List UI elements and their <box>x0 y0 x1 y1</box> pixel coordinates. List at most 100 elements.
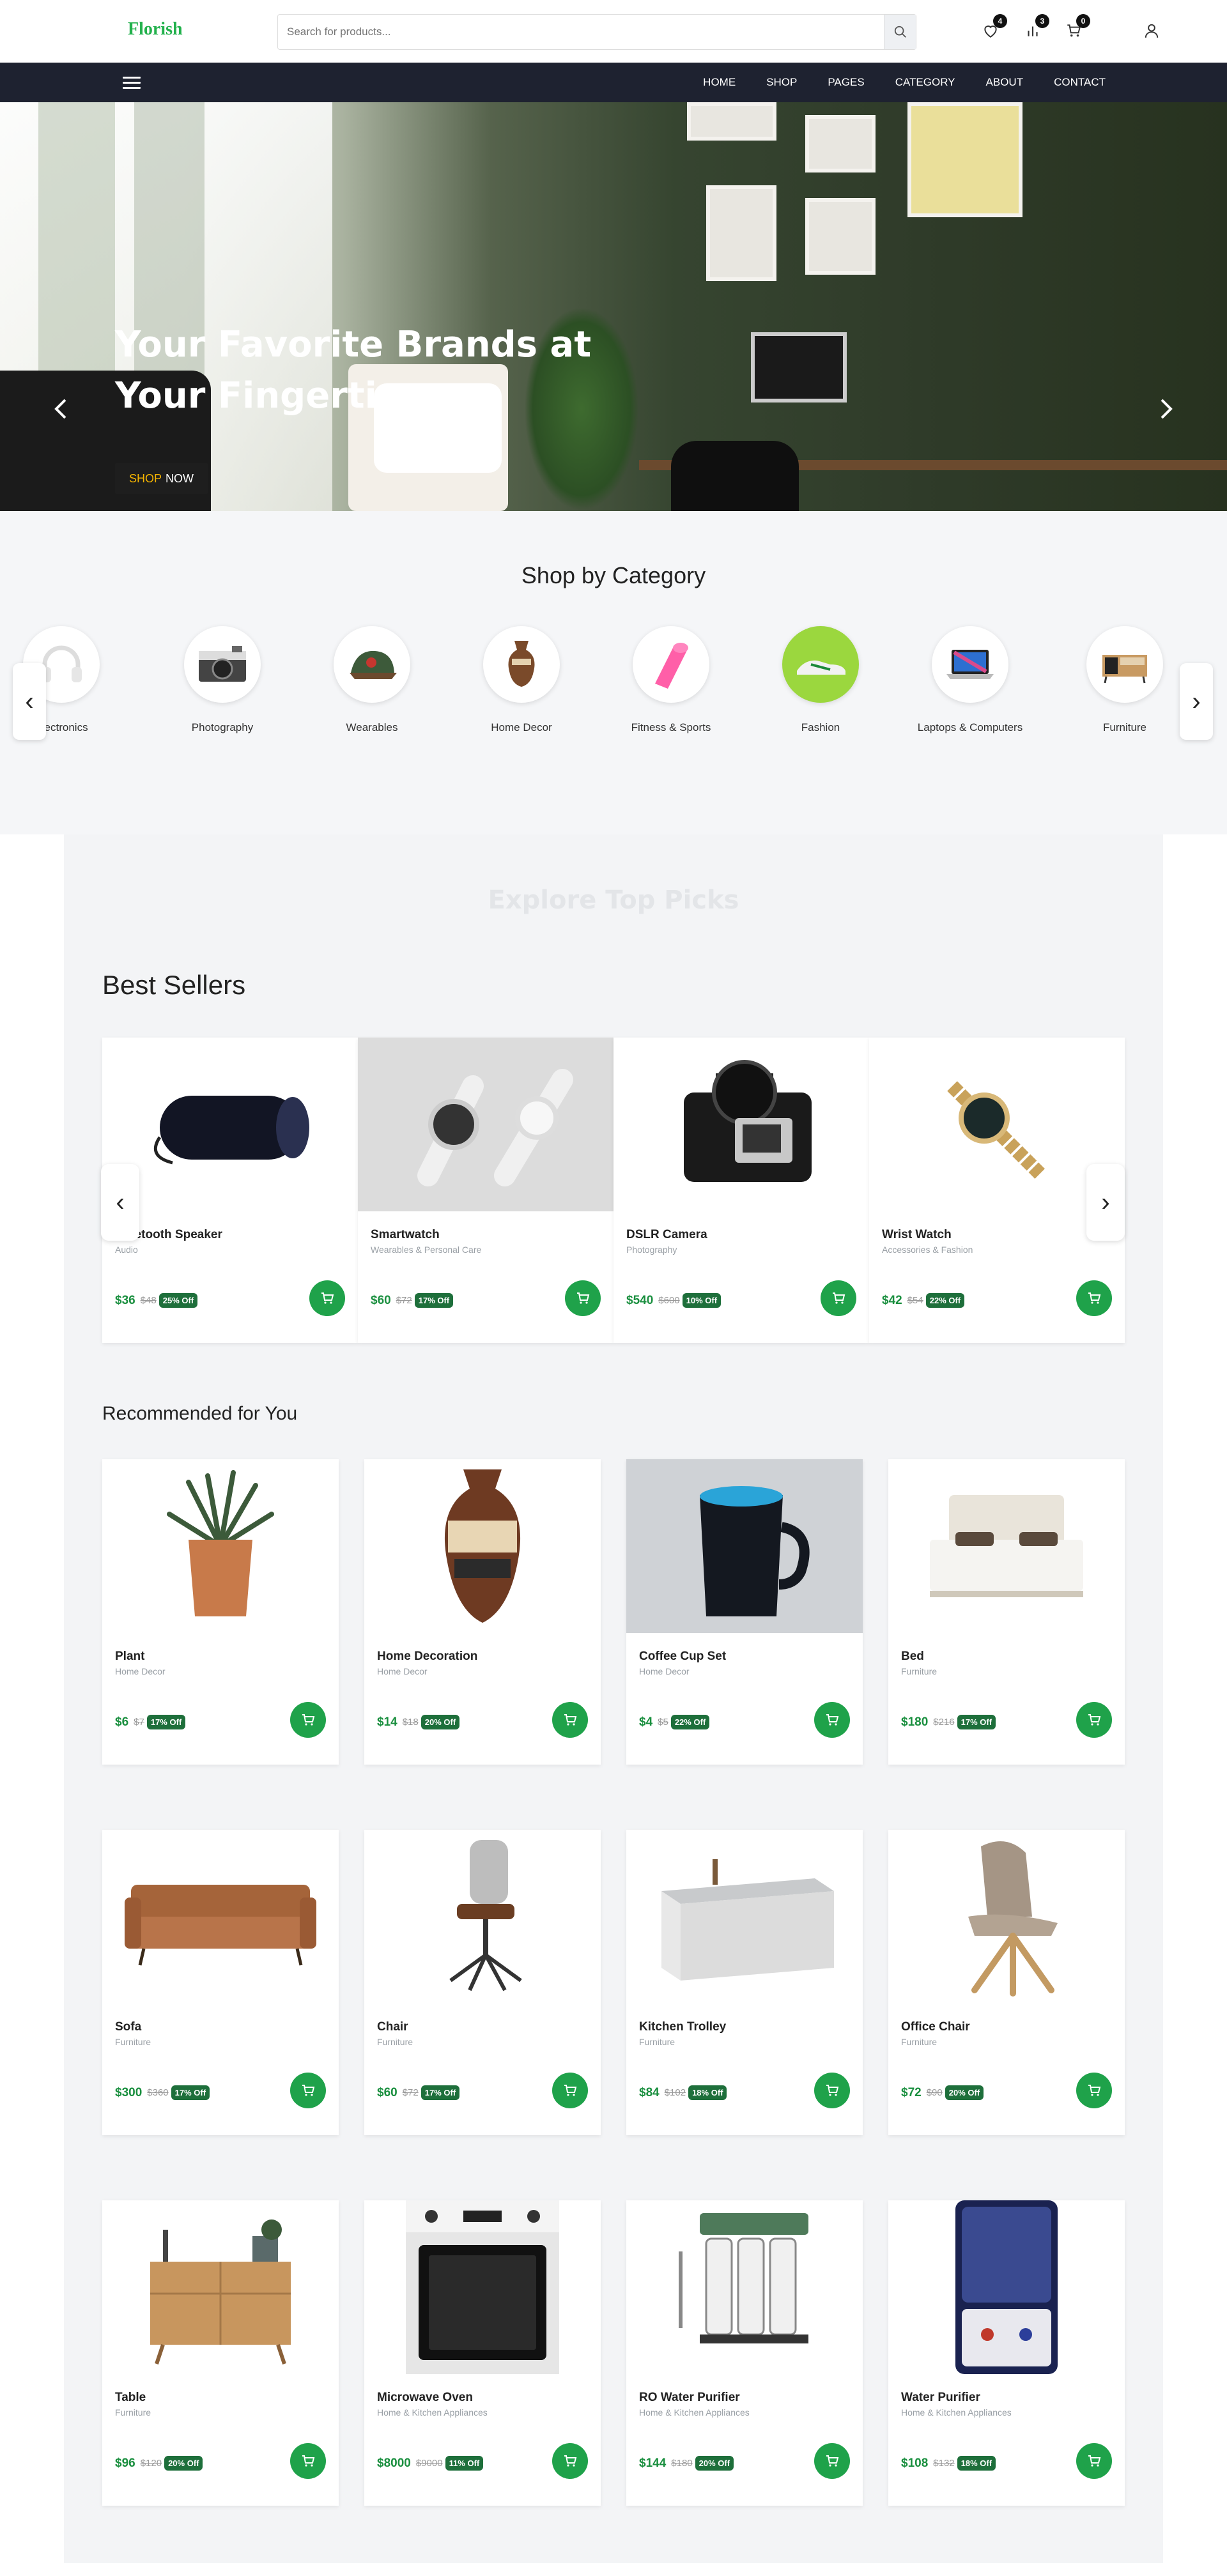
category-next-button[interactable]: › <box>1180 663 1213 740</box>
best-sellers-title: Best Sellers <box>102 970 246 1000</box>
add-to-cart-button[interactable] <box>552 2073 588 2108</box>
category-item-fitness-sports[interactable]: Fitness & Sports <box>614 626 729 735</box>
nav-pages[interactable]: PAGES <box>828 76 864 89</box>
account-button[interactable] <box>1141 20 1162 41</box>
product-price: $84 $102 18% Off <box>639 2085 727 2100</box>
add-to-cart-button[interactable] <box>814 2073 850 2108</box>
main-content: Explore Top Picks Best Sellers Bluetooth… <box>64 834 1163 2563</box>
price-old: $5 <box>658 1717 668 1728</box>
dslr-camera-icon <box>684 1060 812 1182</box>
add-to-cart-button[interactable] <box>552 1702 588 1738</box>
product-card[interactable]: DSLR Camera Photography $540 $600 10% Of… <box>614 1038 869 1343</box>
best-sellers-next-button[interactable]: › <box>1086 1164 1125 1241</box>
category-item-furniture[interactable]: Furniture <box>1067 626 1182 735</box>
product-card[interactable]: Office Chair Furniture $72 $90 20% Off <box>888 1830 1125 2135</box>
hero-prev-button[interactable] <box>48 390 73 428</box>
product-price: $42 $54 22% Off <box>882 1293 965 1308</box>
category-item-photography[interactable]: Photography <box>165 626 280 735</box>
product-card[interactable]: Chair Furniture $60 $72 17% Off <box>364 1830 601 2135</box>
category-image <box>932 626 1008 703</box>
best-sellers-prev-button[interactable]: ‹ <box>101 1164 139 1241</box>
category-item-home-decor[interactable]: Home Decor <box>464 626 579 735</box>
nav-home[interactable]: HOME <box>703 76 736 89</box>
product-price: $14 $18 20% Off <box>377 1715 460 1729</box>
chair-icon <box>449 1840 522 1991</box>
wishlist-button[interactable]: 4 <box>980 14 1007 41</box>
nav-contact[interactable]: CONTACT <box>1054 76 1106 89</box>
product-image <box>102 2200 339 2374</box>
nav-shop[interactable]: SHOP <box>766 76 797 89</box>
add-to-cart-button[interactable] <box>290 2073 326 2108</box>
product-card[interactable]: Microwave Oven Home & Kitchen Appliances… <box>364 2200 601 2506</box>
product-card[interactable]: Table Furniture $96 $120 20% Off <box>102 2200 339 2506</box>
chevron-left-icon: ‹ <box>25 687 34 716</box>
product-card[interactable]: Coffee Cup Set Home Decor $4 $5 22% Off <box>626 1459 863 1765</box>
category-label: Photography <box>191 721 254 733</box>
product-price: $60 $72 17% Off <box>371 1293 454 1308</box>
add-to-cart-button[interactable] <box>1076 1280 1112 1316</box>
add-to-cart-button[interactable] <box>1076 1702 1112 1738</box>
add-to-cart-button[interactable] <box>565 1280 601 1316</box>
category-label: Fashion <box>801 721 840 733</box>
search-button[interactable] <box>884 15 916 49</box>
kitchen-trolley-icon <box>661 1859 834 1981</box>
add-to-cart-button[interactable] <box>821 1280 856 1316</box>
search-input[interactable] <box>278 15 884 49</box>
hero-next-button[interactable] <box>1154 390 1179 428</box>
add-to-cart-button[interactable] <box>290 1702 326 1738</box>
wrist-watch-icon <box>947 1081 1047 1181</box>
cart-icon <box>826 2455 839 2467</box>
add-to-cart-button[interactable] <box>552 2443 588 2479</box>
product-card[interactable]: Plant Home Decor $6 $7 17% Off <box>102 1459 339 1765</box>
nav-category[interactable]: CATEGORY <box>895 76 955 89</box>
product-category: Home Decor <box>115 1666 166 1676</box>
vase-icon <box>508 641 535 687</box>
add-to-cart-button[interactable] <box>1076 2443 1112 2479</box>
product-image <box>102 1830 339 2004</box>
add-to-cart-button[interactable] <box>1076 2073 1112 2108</box>
category-item-wearables[interactable]: Wearables <box>314 626 429 735</box>
product-card[interactable]: Bluetooth Speaker Audio $36 $48 25% Off <box>102 1038 358 1343</box>
yoga-mat-icon <box>655 643 688 689</box>
shop-now-button[interactable]: SHOP NOW <box>115 463 208 494</box>
price-current: $540 <box>626 1293 654 1307</box>
product-card[interactable]: Bed Furniture $180 $216 17% Off <box>888 1459 1125 1765</box>
cabinet-icon <box>1102 655 1147 684</box>
cart-icon <box>1088 2455 1101 2467</box>
chevron-left-icon: ‹ <box>116 1188 125 1216</box>
product-card[interactable]: Smartwatch Wearables & Personal Care $60… <box>358 1038 614 1343</box>
product-card[interactable]: Home Decoration Home Decor $14 $18 20% O… <box>364 1459 601 1765</box>
price-current: $300 <box>115 2085 143 2099</box>
category-item-fashion[interactable]: Fashion <box>763 626 878 735</box>
laptop-icon <box>946 650 994 679</box>
product-card[interactable]: Kitchen Trolley Furniture $84 $102 18% O… <box>626 1830 863 2135</box>
cart-button[interactable]: 0 <box>1063 14 1090 41</box>
category-item-laptops[interactable]: Laptops & Computers <box>913 626 1028 735</box>
add-to-cart-button[interactable] <box>309 1280 345 1316</box>
price-old: $72 <box>402 2087 419 2098</box>
product-price: $72 $90 20% Off <box>901 2085 984 2100</box>
category-section: Shop by Category Electronics Photography… <box>0 511 1227 834</box>
product-card[interactable]: RO Water Purifier Home & Kitchen Applian… <box>626 2200 863 2506</box>
logo[interactable]: Florish <box>128 19 183 40</box>
category-prev-button[interactable]: ‹ <box>13 663 46 740</box>
compare-button[interactable]: 3 <box>1022 14 1049 41</box>
product-image <box>888 1459 1125 1633</box>
product-card[interactable]: Water Purifier Home & Kitchen Appliances… <box>888 2200 1125 2506</box>
discount-badge: 25% Off <box>158 1293 198 1308</box>
user-icon <box>1145 24 1159 38</box>
add-to-cart-button[interactable] <box>814 2443 850 2479</box>
discount-badge: 17% Off <box>957 1715 996 1729</box>
category-label: Furniture <box>1102 721 1147 733</box>
product-card[interactable]: Sofa Furniture $300 $360 17% Off <box>102 1830 339 2135</box>
product-image <box>364 1459 601 1633</box>
discount-badge: 20% Off <box>421 1715 460 1729</box>
price-old: $18 <box>402 1717 419 1728</box>
menu-icon[interactable] <box>123 73 141 91</box>
nav-about[interactable]: ABOUT <box>986 76 1024 89</box>
add-to-cart-button[interactable] <box>814 1702 850 1738</box>
cart-icon <box>564 1714 577 1726</box>
discount-badge: 22% Off <box>670 1715 710 1729</box>
add-to-cart-button[interactable] <box>290 2443 326 2479</box>
product-category: Furniture <box>377 2037 413 2047</box>
